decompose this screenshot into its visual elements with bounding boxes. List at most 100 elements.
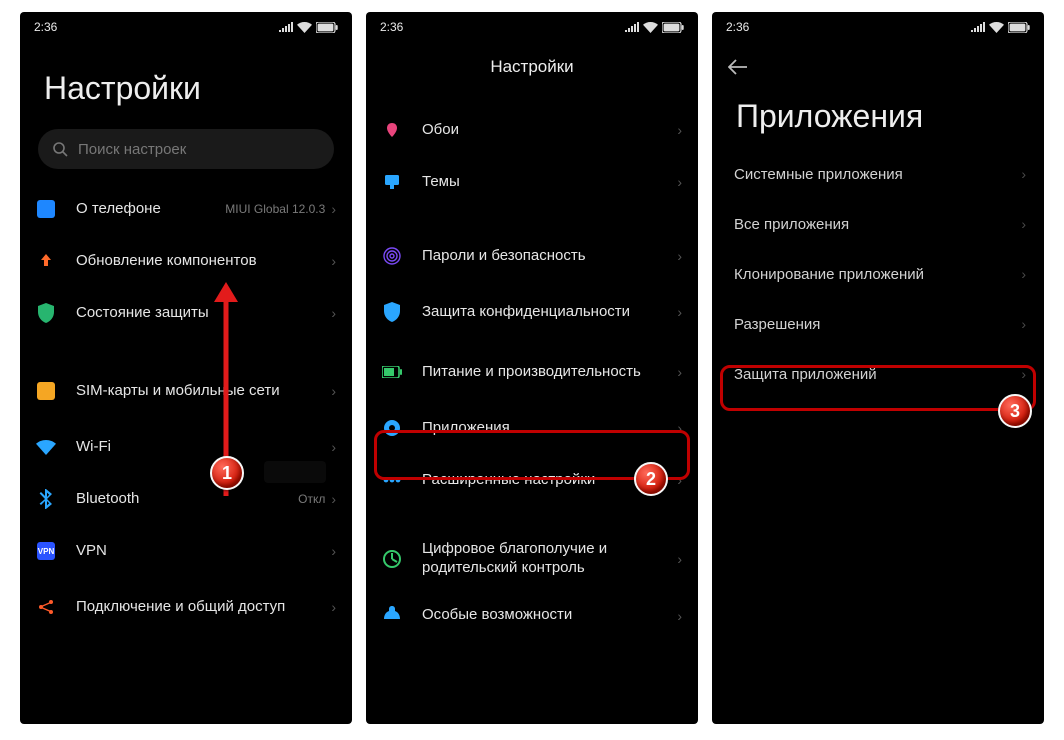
step-badge-1: 1 <box>210 456 244 490</box>
accessibility-icon <box>380 604 404 628</box>
row-system-apps[interactable]: Системные приложения › <box>712 149 1044 199</box>
chevron-right-icon: › <box>677 551 682 567</box>
row-label: О телефоне <box>76 200 225 219</box>
row-privacy[interactable]: Защита конфиденциальности › <box>366 282 698 342</box>
themes-icon <box>380 170 404 194</box>
chevron-right-icon: › <box>331 201 336 217</box>
battery-icon <box>380 360 404 384</box>
row-sim[interactable]: SIM-карты и мобильные сети › <box>20 361 352 421</box>
chevron-right-icon: › <box>1021 216 1026 232</box>
chevron-right-icon: › <box>331 253 336 269</box>
row-all-apps[interactable]: Все приложения › <box>712 199 1044 249</box>
row-label: Обои <box>422 121 677 140</box>
status-right-icons <box>971 22 1030 33</box>
chevron-right-icon: › <box>677 472 682 488</box>
back-button[interactable] <box>724 53 752 81</box>
phone-screen-3: 2:36 Приложения Системные приложения › В… <box>712 12 1044 724</box>
chevron-right-icon: › <box>677 174 682 190</box>
row-label: VPN <box>76 542 331 561</box>
chevron-right-icon: › <box>331 383 336 399</box>
wifi-icon <box>297 22 312 33</box>
privacy-shield-icon <box>380 300 404 324</box>
chevron-right-icon: › <box>677 364 682 380</box>
update-icon <box>34 249 58 273</box>
status-bar: 2:36 <box>20 12 352 42</box>
row-vpn[interactable]: VPN VPN › <box>20 525 352 577</box>
row-label: Состояние защиты <box>76 304 331 323</box>
chevron-right-icon: › <box>677 304 682 320</box>
gear-icon <box>380 416 404 440</box>
page-title: Приложения <box>712 92 1044 149</box>
fingerprint-icon <box>380 244 404 268</box>
chevron-right-icon: › <box>1021 266 1026 282</box>
status-bar: 2:36 <box>712 12 1044 42</box>
chevron-right-icon: › <box>331 491 336 507</box>
row-connection-sharing[interactable]: Подключение и общий доступ › <box>20 577 352 637</box>
row-value: MIUI Global 12.0.3 <box>225 202 325 216</box>
chevron-right-icon: › <box>677 608 682 624</box>
chevron-right-icon: › <box>331 543 336 559</box>
search-placeholder: Поиск настроек <box>78 141 186 158</box>
row-wallpaper[interactable]: Обои › <box>366 104 698 156</box>
wifi-icon <box>989 22 1004 33</box>
step-badge-2: 2 <box>634 462 668 496</box>
row-label: Питание и производительность <box>422 363 677 382</box>
chevron-right-icon: › <box>677 248 682 264</box>
page-title: Настройки <box>490 57 573 77</box>
row-themes[interactable]: Темы › <box>366 156 698 208</box>
row-label: Пароли и безопасность <box>422 247 677 266</box>
row-permissions[interactable]: Разрешения › <box>712 299 1044 349</box>
phone-screen-1: 2:36 Настройки Поиск настроек О телефоне… <box>20 12 352 724</box>
row-passwords[interactable]: Пароли и безопасность › <box>366 230 698 282</box>
step-badge-3: 3 <box>998 394 1032 428</box>
phone-icon <box>34 197 58 221</box>
row-apps[interactable]: Приложения › <box>366 402 698 454</box>
row-label: Подключение и общий доступ <box>76 598 331 617</box>
redacted-area <box>264 461 326 483</box>
chevron-right-icon: › <box>1021 316 1026 332</box>
row-security-status[interactable]: Состояние защиты › <box>20 287 352 339</box>
top-bar: Настройки <box>366 42 698 92</box>
wellbeing-icon <box>380 547 404 571</box>
chevron-right-icon: › <box>331 599 336 615</box>
row-wellbeing[interactable]: Цифровое благополучие и родительский кон… <box>366 528 698 590</box>
row-value: Откл <box>298 492 325 506</box>
row-about-phone[interactable]: О телефоне MIUI Global 12.0.3 › <box>20 183 352 235</box>
row-label: Приложения <box>422 419 677 438</box>
row-app-lock[interactable]: Защита приложений › <box>712 349 1044 399</box>
signal-icon <box>279 22 293 32</box>
dots-icon <box>380 468 404 492</box>
row-label: Bluetooth <box>76 490 298 509</box>
vpn-icon: VPN <box>34 539 58 563</box>
row-label: Защита приложений <box>734 366 1021 383</box>
row-label: Обновление компонентов <box>76 252 331 271</box>
row-label: Особые возможности <box>422 606 677 625</box>
shield-icon <box>34 301 58 325</box>
row-component-updates[interactable]: Обновление компонентов › <box>20 235 352 287</box>
search-input[interactable]: Поиск настроек <box>38 129 334 169</box>
battery-icon <box>1008 22 1030 33</box>
row-label: Разрешения <box>734 316 1021 333</box>
row-label: Цифровое благополучие и родительский кон… <box>422 540 677 578</box>
row-battery[interactable]: Питание и производительность › <box>366 342 698 402</box>
status-right-icons <box>279 22 338 33</box>
chevron-right-icon: › <box>1021 366 1026 382</box>
battery-icon <box>316 22 338 33</box>
signal-icon <box>625 22 639 32</box>
page-title: Настройки <box>20 42 352 121</box>
chevron-right-icon: › <box>677 122 682 138</box>
row-label: Все приложения <box>734 216 1021 233</box>
sim-icon <box>34 379 58 403</box>
row-dual-apps[interactable]: Клонирование приложений › <box>712 249 1044 299</box>
phone-screen-2: 2:36 Настройки Обои › Темы › <box>366 12 698 724</box>
bluetooth-icon <box>34 487 58 511</box>
chevron-right-icon: › <box>1021 166 1026 182</box>
status-right-icons <box>625 22 684 33</box>
row-label: SIM-карты и мобильные сети <box>76 382 331 401</box>
top-bar <box>712 42 1044 92</box>
row-label: Защита конфиденциальности <box>422 303 677 322</box>
wallpaper-icon <box>380 118 404 142</box>
status-bar: 2:36 <box>366 12 698 42</box>
row-accessibility[interactable]: Особые возможности › <box>366 590 698 642</box>
arrow-left-icon <box>728 59 748 75</box>
